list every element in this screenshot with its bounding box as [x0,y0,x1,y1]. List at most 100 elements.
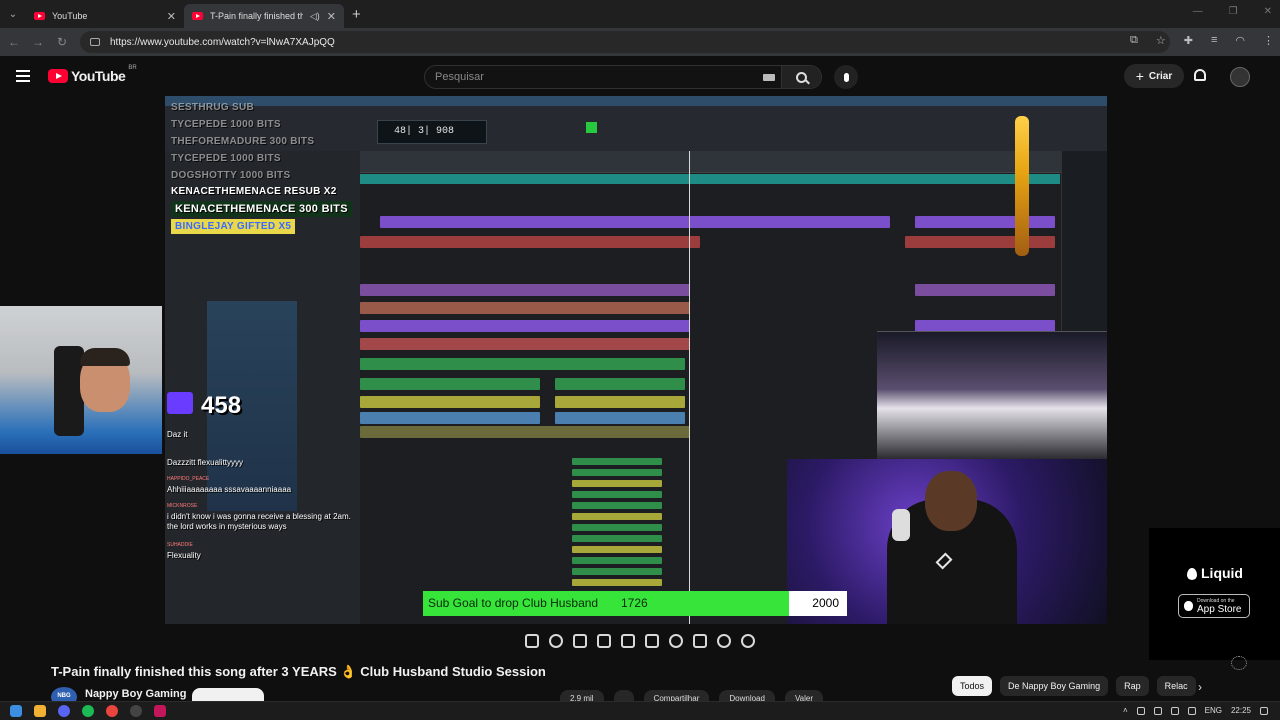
mic-tray-icon[interactable] [1153,706,1162,715]
chevron-right-icon[interactable]: › [1198,680,1202,694]
chip-rap[interactable]: Rap [1116,676,1149,696]
menu-hamburger-icon[interactable] [16,70,30,82]
loop-icon[interactable] [525,634,539,648]
keyboard-icon[interactable] [763,74,775,81]
chat-message: i didn't know i was gonna receive a bles… [167,512,351,531]
discord-icon[interactable] [58,705,70,717]
store-big-text: App Store [1197,603,1242,615]
browser-menu-icon[interactable]: ⋮ [1263,34,1274,47]
apple-icon [1184,601,1193,611]
notifications-bell-icon[interactable] [1194,69,1206,81]
live-broadcast-icon[interactable] [549,634,563,648]
search-button[interactable] [781,66,821,88]
windows-start-icon[interactable] [10,705,22,717]
voice-search-button[interactable] [834,65,858,89]
install-app-icon[interactable]: ⧉ [1130,34,1138,47]
daw-record-button [586,122,597,133]
theater-mode-icon[interactable] [645,634,659,648]
maximize-icon[interactable]: ❐ [1229,6,1238,17]
artist-head [925,471,977,531]
store-text: Download on the App Store [1197,598,1241,615]
viewer-counter: 458 [201,392,242,419]
screenshot-icon[interactable] [717,634,731,648]
reload-icon[interactable]: ↻ [50,35,74,49]
forward-arrow-icon[interactable]: → [26,35,50,49]
spotify-icon[interactable] [82,705,94,717]
account-avatar[interactable] [1230,67,1250,87]
daw-clip [915,284,1055,296]
daw-clip [360,284,690,296]
bookmark-star-icon[interactable]: ☆ [1156,34,1166,47]
browser-app-icon[interactable] [154,705,166,717]
address-bar-row: ← → ↻ https://www.youtube.com/watch?v=lN… [0,28,1280,56]
notifications-icon[interactable] [1260,706,1268,715]
app-store-badge[interactable]: Download on the App Store [1178,594,1250,618]
create-button[interactable]: + Criar [1124,64,1184,88]
alert-line: KENACETHEMENACE RESUB X2 [171,186,337,197]
close-tab-icon[interactable]: ✕ [327,10,336,23]
streamer-hair [80,348,130,366]
browser-tab-youtube[interactable]: YouTube ✕ [26,4,184,28]
url-field[interactable]: https://www.youtube.com/watch?v=lNwA7XAJ… [80,31,1170,53]
file-explorer-icon[interactable] [34,705,46,717]
speed-icon[interactable] [669,634,683,648]
clip-icon[interactable] [597,634,611,648]
media-control-icon[interactable]: ≡ [1211,34,1217,47]
chip-all[interactable]: Todos [952,676,993,696]
obs-icon[interactable] [130,705,142,717]
new-tab-button[interactable]: + [352,6,361,23]
daw-playhead [689,151,690,624]
logo-wordmark: YouTube [71,68,126,84]
search-input[interactable] [425,66,755,88]
chat-username: SUHADDIE [167,542,193,548]
chip-related[interactable]: Relac [1156,676,1196,696]
alert-line: SESTHRUG SUB [171,102,255,113]
clock[interactable]: 22:25 [1231,706,1251,715]
tray-app-icon[interactable] [1136,706,1145,715]
search-icon [796,71,807,83]
browser-toolbar-icons: ⧉ ☆ ✚ ≡ ◠ ⋮ [1130,34,1274,47]
volume-icon[interactable] [1187,706,1196,715]
tab-title: YouTube [52,11,88,21]
youtube-favicon-icon [34,12,45,20]
extensions-icon[interactable]: ✚ [1184,34,1193,47]
alert-line: TYCEPEDE 1000 BITS [171,119,281,130]
daw-clip [360,412,540,424]
network-icon[interactable] [1170,706,1179,715]
minimize-icon[interactable]: — [1193,6,1203,17]
alert-line: DOGSHOTTY 1000 BITS [171,170,291,181]
ad-brand: Liquid [1201,565,1243,581]
daw-clip [572,458,662,465]
browser-tab-bar: ⌄ YouTube ✕ T-Pain finally finished this… [0,0,1280,28]
tray-chevron-icon[interactable]: ˄ [1123,706,1128,715]
chrome-icon[interactable] [106,705,118,717]
tab-search-button[interactable]: ⌄ [0,0,26,28]
daw-clip [572,469,662,476]
player-controls [0,630,1280,654]
subscribe-button[interactable] [192,688,264,702]
speaker-icon[interactable]: ◁) [310,11,320,22]
back-arrow-icon[interactable]: ← [2,35,26,49]
youtube-logo[interactable]: YouTube BR [48,65,137,84]
close-tab-icon[interactable]: ✕ [167,10,176,23]
daw-clip [572,513,662,520]
chat-message: Ahhiiiaaaaaaaa sssavaaaanniaaaa [167,485,292,494]
browser-tab-video[interactable]: T-Pain finally finished this so ◁) ✕ [184,4,344,28]
daw-clip [915,216,1055,228]
video-title: T-Pain finally finished this song after … [51,664,546,679]
add-to-queue-icon[interactable] [693,634,707,648]
language-indicator[interactable]: ENG [1205,706,1222,715]
channel-icon[interactable] [573,634,587,648]
daw-clip [572,524,662,531]
settings-gear-icon[interactable] [741,634,755,648]
profile-icon[interactable]: ◠ [1235,34,1245,47]
daw-clip [572,568,662,575]
site-info-icon[interactable] [90,38,100,46]
channel-name[interactable]: Nappy Boy Gaming [85,688,186,700]
miniplayer-icon[interactable] [621,634,635,648]
close-window-icon[interactable]: ✕ [1264,6,1272,17]
windows-taskbar: ˄ ENG 22:25 [0,701,1280,720]
chip-channel[interactable]: De Nappy Boy Gaming [1000,676,1109,696]
video-player[interactable]: 48| 3| 908 SESTHRUG SUB TYCEPEDE 1000 BI… [165,96,1107,624]
chat-username: MICKNROSE [167,503,198,509]
